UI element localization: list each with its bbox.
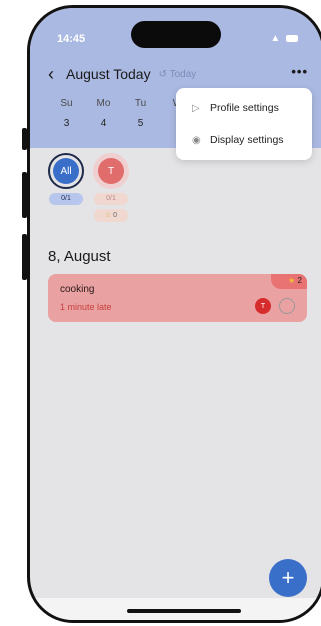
status-icons: ▲ (270, 33, 298, 44)
undo-icon: ↺ (158, 68, 167, 80)
page: 14:45 ▲ ‹ August Today ↺ Today ••• Su 3 … (0, 0, 321, 626)
menu-item-label: Profile settings (210, 102, 279, 114)
avatar-ring: All (48, 153, 84, 189)
task-card[interactable]: cooking 1 minute late ★ 2 T (48, 274, 307, 322)
assignee-avatar: T (255, 298, 271, 314)
overflow-menu: ▷ Profile settings ◉ Display settings (176, 88, 312, 160)
plus-icon: + (281, 565, 295, 590)
today-button[interactable]: ↺ Today (159, 69, 197, 80)
day-name: Tu (134, 98, 147, 109)
week-day[interactable]: Tu 5 (122, 98, 159, 129)
task-complete-checkbox[interactable] (279, 298, 295, 314)
dynamic-island (131, 21, 221, 48)
task-star-badge: ★ 2 (271, 274, 307, 289)
page-title: August Today (66, 66, 151, 82)
task-title: cooking (60, 284, 95, 295)
home-indicator (127, 609, 241, 613)
member-filter-t[interactable]: T 0/1 ☆ 0 (93, 153, 129, 222)
task-star-count: 2 (297, 276, 302, 285)
week-day[interactable]: Mo 4 (85, 98, 122, 129)
star-icon: ☆ (104, 212, 112, 219)
member-filter-all[interactable]: All 0/1 (48, 153, 84, 205)
menu-item-display-settings[interactable]: ◉ Display settings (192, 134, 284, 146)
avatar-ring: T (93, 153, 129, 189)
menu-item-label: Display settings (210, 134, 284, 146)
star-count: 0 (113, 212, 118, 219)
menu-item-profile-settings[interactable]: ▷ Profile settings (192, 102, 279, 114)
avatar: All (53, 158, 79, 184)
day-name: Mo (96, 98, 111, 109)
wifi-icon: ▲ (270, 33, 281, 44)
week-day[interactable]: Su 3 (48, 98, 85, 129)
status-time: 14:45 (57, 33, 86, 45)
avatar: T (98, 158, 124, 184)
add-task-button[interactable]: + (269, 559, 307, 597)
tag-icon: ▷ (192, 102, 200, 114)
day-number: 5 (137, 118, 144, 129)
eye-icon: ◉ (192, 134, 201, 146)
progress-count: 0/1 (94, 193, 128, 205)
day-name: Su (60, 98, 73, 109)
progress-count: 0/1 (49, 193, 83, 205)
star-count-badge: ☆ 0 (94, 209, 128, 222)
star-icon: ★ (288, 276, 296, 285)
task-status: 1 minute late (60, 302, 112, 312)
chevron-left-icon[interactable]: ‹ (48, 65, 64, 83)
date-heading: 8, August (48, 248, 111, 265)
day-number: 4 (100, 118, 107, 129)
phone-screen: 14:45 ▲ ‹ August Today ↺ Today ••• Su 3 … (27, 5, 321, 623)
week-strip: Su 3 Mo 4 Tu 5 W (48, 98, 196, 129)
day-number: 3 (63, 118, 70, 129)
top-bar: ‹ August Today ↺ Today ••• (48, 63, 308, 85)
more-horizontal-icon[interactable]: ••• (291, 64, 308, 79)
battery-icon (286, 34, 298, 42)
today-label: Today (169, 68, 197, 80)
